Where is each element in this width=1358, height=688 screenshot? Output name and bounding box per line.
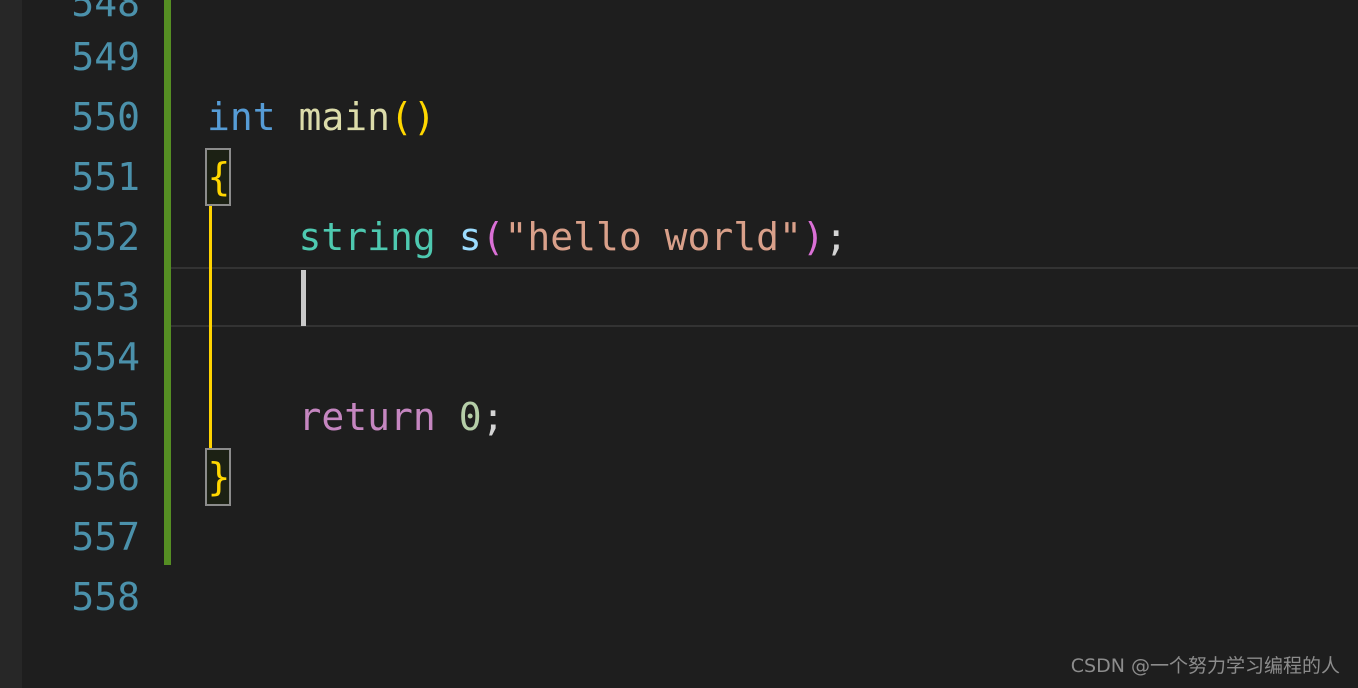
line-number-554: 554 (71, 335, 140, 379)
code-content-area[interactable]: int main() { string s("hello world"); re… (171, 0, 1358, 688)
code-line-555[interactable]: return 0; (171, 387, 1358, 447)
token-number-zero: 0 (458, 395, 482, 439)
token-type-string: string (298, 215, 436, 259)
code-line-557[interactable] (171, 507, 1358, 567)
line-number-550: 550 (71, 95, 140, 139)
token-keyword-int: int (207, 95, 276, 139)
token-semicolon: ; (824, 215, 848, 259)
line-number-gutter[interactable]: 548 549 550 551 552 553 554 555 556 557 … (22, 0, 164, 688)
token-semicolon: ; (481, 395, 505, 439)
csdn-watermark: CSDN @一个努力学习编程的人 (1070, 655, 1340, 677)
line-number-556: 556 (71, 455, 140, 499)
line-number-555: 555 (71, 395, 140, 439)
editor-left-strip (0, 0, 22, 688)
bracket-match-open: { (205, 148, 231, 206)
line-number-557: 557 (71, 515, 140, 559)
bracket-match-close: } (205, 448, 231, 506)
code-line-554[interactable] (171, 327, 1358, 387)
text-caret (301, 270, 306, 326)
token-brace-open: { (207, 155, 231, 199)
line-number-558: 558 (71, 575, 140, 619)
code-line-550[interactable]: int main() (171, 87, 1358, 147)
code-line-555-tokens: return 0; (207, 387, 505, 447)
code-line-550-tokens: int main() (207, 87, 436, 147)
line-number-549: 549 (71, 35, 140, 79)
code-line-552[interactable]: string s("hello world"); (171, 207, 1358, 267)
code-line-556[interactable]: } (171, 447, 1358, 507)
token-string-literal: "hello world" (504, 215, 802, 259)
code-line-552-tokens: string s("hello world"); (207, 207, 848, 267)
token-variable-s: s (458, 215, 482, 259)
token-paren-open: ( (481, 215, 505, 259)
code-line-551[interactable]: { (171, 147, 1358, 207)
token-function-main: main (298, 95, 391, 139)
git-modified-indicator (164, 0, 171, 565)
code-editor[interactable]: 548 549 550 551 552 553 554 555 556 557 … (0, 0, 1358, 688)
token-paren-close: ) (801, 215, 825, 259)
token-brace-close: } (207, 455, 231, 499)
line-number-551: 551 (71, 155, 140, 199)
line-number-553: 553 (71, 275, 140, 319)
line-number-552: 552 (71, 215, 140, 259)
code-line-558[interactable] (171, 567, 1358, 627)
token-keyword-return: return (298, 395, 436, 439)
code-line-553[interactable] (171, 267, 1358, 327)
token-parens: () (390, 95, 436, 139)
